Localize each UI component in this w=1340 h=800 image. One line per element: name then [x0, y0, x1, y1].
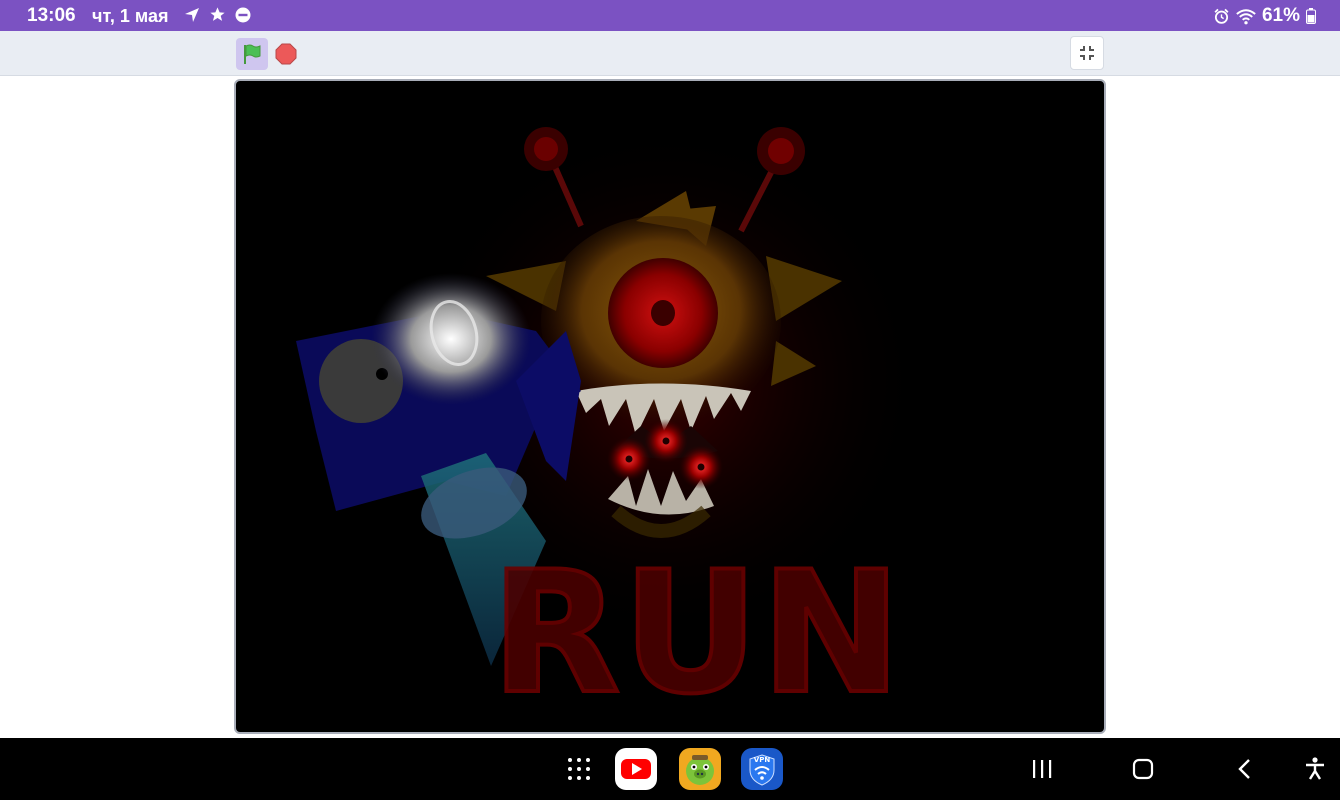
- status-bar: 13:06 чт, 1 мая 61%: [0, 0, 1340, 31]
- green-flag-button[interactable]: [236, 38, 268, 70]
- navigation-arrow-icon: [185, 7, 199, 22]
- exit-fullscreen-icon: [1080, 46, 1094, 60]
- stop-button[interactable]: [272, 40, 300, 68]
- home-icon: [1132, 758, 1154, 780]
- status-date: чт, 1 мая: [92, 6, 169, 26]
- home-button[interactable]: [1126, 752, 1160, 786]
- wifi-icon: [1236, 8, 1256, 24]
- star-icon: [210, 7, 225, 21]
- do-not-disturb-icon: [235, 7, 251, 22]
- youtube-icon: [615, 748, 657, 790]
- accessibility-icon: [1306, 757, 1324, 780]
- bad-piggies-app-button[interactable]: [678, 748, 722, 790]
- battery-percentage: 61%: [1261, 5, 1300, 26]
- project-stage[interactable]: RUN: [234, 79, 1106, 734]
- player-controls: [0, 31, 1340, 76]
- app-drawer-icon: [568, 758, 590, 780]
- navigation-bar: VPN: [0, 738, 1340, 800]
- status-right-icons: 61%: [1213, 5, 1316, 27]
- stage-scene: RUN: [296, 121, 926, 732]
- youtube-app-button[interactable]: [614, 748, 658, 790]
- vpn-app-button[interactable]: VPN: [740, 748, 784, 790]
- status-time: 13:06: [27, 5, 76, 26]
- back-icon: [1238, 759, 1250, 779]
- battery-icon: [1306, 8, 1316, 24]
- vpn-icon: VPN: [741, 748, 783, 790]
- green-flag-icon: [244, 44, 261, 64]
- recents-icon: [1033, 760, 1052, 778]
- run-title-text: RUN: [491, 535, 903, 731]
- accessibility-button[interactable]: [1298, 752, 1332, 786]
- recents-button[interactable]: [1025, 752, 1059, 786]
- back-button[interactable]: [1228, 752, 1262, 786]
- alarm-icon: [1214, 8, 1229, 24]
- vpn-label: VPN: [754, 756, 771, 764]
- bad-piggies-icon: [679, 748, 721, 790]
- app-drawer-button[interactable]: [563, 752, 595, 786]
- stop-sign-icon: [275, 43, 297, 65]
- status-left-icons: [184, 6, 251, 23]
- exit-fullscreen-button[interactable]: [1070, 36, 1104, 70]
